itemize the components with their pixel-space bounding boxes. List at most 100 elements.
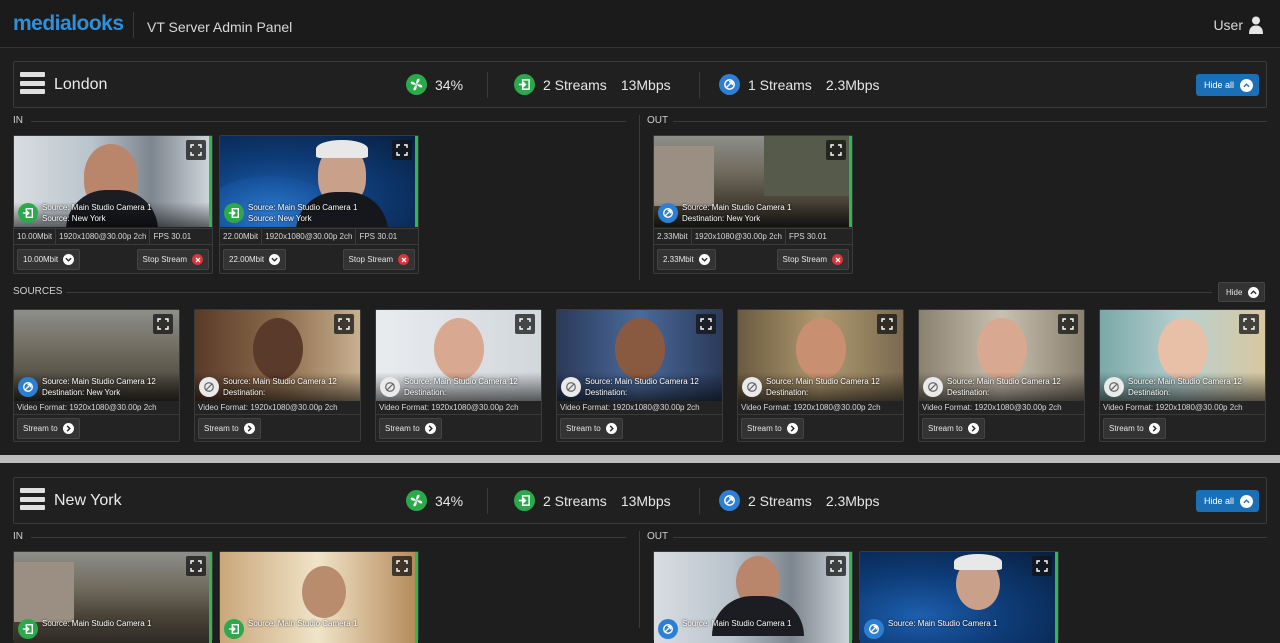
stream-source-info: Source: Main Studio Camera 1 bbox=[888, 618, 997, 629]
video-format: Video Format: 1920x1080@30.00p 2ch bbox=[1103, 403, 1243, 412]
stream-to-label: Stream to bbox=[747, 424, 782, 433]
stream-out-icon bbox=[658, 619, 678, 639]
hide-all-button[interactable]: Hide all bbox=[1195, 74, 1259, 96]
hide-label: Hide bbox=[1226, 287, 1243, 297]
fullscreen-icon[interactable] bbox=[1239, 314, 1259, 334]
stream-out-icon bbox=[658, 203, 678, 223]
out-streams-count: 2 Streams bbox=[748, 492, 812, 509]
fullscreen-icon[interactable] bbox=[696, 314, 716, 334]
bitrate-value: 2.33Mbit bbox=[654, 229, 692, 244]
source-card: Source: Main Studio Camera 12 Destination… bbox=[918, 309, 1085, 442]
menu-icon[interactable] bbox=[20, 72, 45, 98]
stream-to-button[interactable]: Stream to bbox=[922, 418, 985, 439]
out-label: OUT bbox=[647, 115, 669, 126]
fps-value: FPS 30.01 bbox=[359, 232, 398, 241]
source-line: Source: Main Studio Camera 12 bbox=[766, 377, 880, 386]
bitrate-select[interactable]: 10.00Mbit bbox=[17, 249, 81, 270]
stop-stream-button[interactable]: Stop Stream bbox=[776, 249, 849, 270]
source-card: Source: Main Studio Camera 12 Destination… bbox=[194, 309, 361, 442]
video-preview bbox=[860, 552, 1056, 643]
divider bbox=[1100, 414, 1265, 415]
divider bbox=[738, 414, 903, 415]
chevron-down-icon bbox=[63, 254, 75, 265]
source-line: Source: Main Studio Camera 12 bbox=[947, 377, 1061, 386]
stream-source-info: Source: Main Studio Camera 1 Source: New… bbox=[248, 202, 357, 224]
bitrate-select[interactable]: 22.00Mbit bbox=[223, 249, 287, 270]
video-format: Video Format: 1920x1080@30.00p 2ch bbox=[922, 403, 1062, 412]
destination-line: Destination: bbox=[404, 388, 447, 397]
fullscreen-icon[interactable] bbox=[153, 314, 173, 334]
stream-meta: 2.33Mbit 1920x1080@30.00p 2ch FPS 30.01 bbox=[654, 228, 852, 245]
out-streams-rate: 2.3Mbps bbox=[825, 76, 880, 93]
fullscreen-icon[interactable] bbox=[334, 314, 354, 334]
hide-button[interactable]: Hide bbox=[1218, 282, 1266, 302]
bitrate-select[interactable]: 2.33Mbit bbox=[657, 249, 716, 270]
stop-stream-label: Stop Stream bbox=[782, 255, 827, 264]
source-card: Source: Main Studio Camera 12 Destination… bbox=[556, 309, 723, 442]
no-stream-icon bbox=[199, 377, 219, 397]
close-icon bbox=[192, 254, 203, 265]
source-info: Source: Main Studio Camera 12 Destination… bbox=[947, 376, 1061, 398]
in-streams-count: 2 Streams bbox=[543, 492, 607, 509]
stream-in-icon bbox=[514, 490, 535, 511]
stream-to-label: Stream to bbox=[928, 424, 963, 433]
active-indicator bbox=[849, 552, 852, 643]
logo: medialooks bbox=[13, 12, 124, 35]
source-info: Source: Main Studio Camera 12 Destination… bbox=[223, 376, 337, 398]
divider bbox=[673, 121, 1267, 122]
fullscreen-icon[interactable] bbox=[392, 556, 412, 576]
in-streams-stat: 2 Streams 13Mbps bbox=[514, 74, 671, 95]
active-indicator bbox=[209, 552, 212, 643]
hide-all-button[interactable]: Hide all bbox=[1195, 490, 1259, 512]
format-value: 1920x1080@30.00p 2ch bbox=[692, 229, 786, 244]
fullscreen-icon[interactable] bbox=[186, 140, 206, 160]
cpu-stat: 34% bbox=[406, 74, 463, 95]
stop-stream-button[interactable]: Stop Stream bbox=[136, 249, 209, 270]
menu-icon[interactable] bbox=[20, 488, 45, 514]
divider bbox=[31, 537, 626, 538]
divider bbox=[133, 12, 134, 38]
video-format: Video Format: 1920x1080@30.00p 2ch bbox=[17, 403, 157, 412]
stream-to-button[interactable]: Stream to bbox=[198, 418, 261, 439]
divider bbox=[699, 72, 700, 98]
fullscreen-icon[interactable] bbox=[1032, 556, 1052, 576]
stop-stream-button[interactable]: Stop Stream bbox=[342, 249, 415, 270]
stream-to-button[interactable]: Stream to bbox=[17, 418, 80, 439]
location-name: London bbox=[54, 76, 108, 93]
top-bar: medialooks VT Server Admin Panel User bbox=[0, 0, 1280, 48]
cpu-value: 34% bbox=[435, 492, 464, 509]
stream-source-info: Source: Main Studio Camera 1 Source: New… bbox=[42, 202, 151, 224]
stream-to-button[interactable]: Stream to bbox=[1103, 418, 1166, 439]
fullscreen-icon[interactable] bbox=[515, 314, 535, 334]
source-line: Source: Main Studio Camera 1 bbox=[248, 619, 358, 628]
fullscreen-icon[interactable] bbox=[392, 140, 412, 160]
location-header-london: London 34% 2 Streams 13Mbps 1 Streams 2.… bbox=[13, 61, 1267, 108]
stream-in-icon bbox=[18, 203, 38, 223]
stream-out-icon bbox=[18, 377, 38, 397]
fan-icon bbox=[406, 490, 427, 511]
chevron-up-icon bbox=[1240, 78, 1253, 92]
fullscreen-icon[interactable] bbox=[826, 140, 846, 160]
fullscreen-icon[interactable] bbox=[877, 314, 897, 334]
in-label: IN bbox=[13, 531, 23, 542]
stream-to-button[interactable]: Stream to bbox=[560, 418, 623, 439]
in-label: IN bbox=[13, 115, 23, 126]
divider bbox=[919, 414, 1084, 415]
fullscreen-icon[interactable] bbox=[1058, 314, 1078, 334]
stream-out-icon bbox=[719, 490, 740, 511]
fullscreen-icon[interactable] bbox=[186, 556, 206, 576]
user-menu[interactable]: User bbox=[1213, 16, 1263, 34]
source-line: Source: Main Studio Camera 1 bbox=[888, 619, 998, 628]
stream-to-button[interactable]: Stream to bbox=[379, 418, 442, 439]
video-format: Video Format: 1920x1080@30.00p 2ch bbox=[379, 403, 519, 412]
stream-to-button[interactable]: Stream to bbox=[741, 418, 804, 439]
cpu-stat: 34% bbox=[406, 490, 463, 511]
fullscreen-icon[interactable] bbox=[826, 556, 846, 576]
no-stream-icon bbox=[742, 377, 762, 397]
stop-stream-label: Stop Stream bbox=[348, 255, 393, 264]
stream-meta: 10.00Mbit 1920x1080@30.00p 2ch FPS 30.01 bbox=[14, 228, 212, 245]
active-indicator bbox=[415, 136, 418, 227]
hide-all-label: Hide all bbox=[1203, 496, 1234, 506]
source-line: Source: Main Studio Camera 1 bbox=[682, 203, 792, 212]
source-info: Source: Main Studio Camera 12 Destination… bbox=[1128, 376, 1242, 398]
